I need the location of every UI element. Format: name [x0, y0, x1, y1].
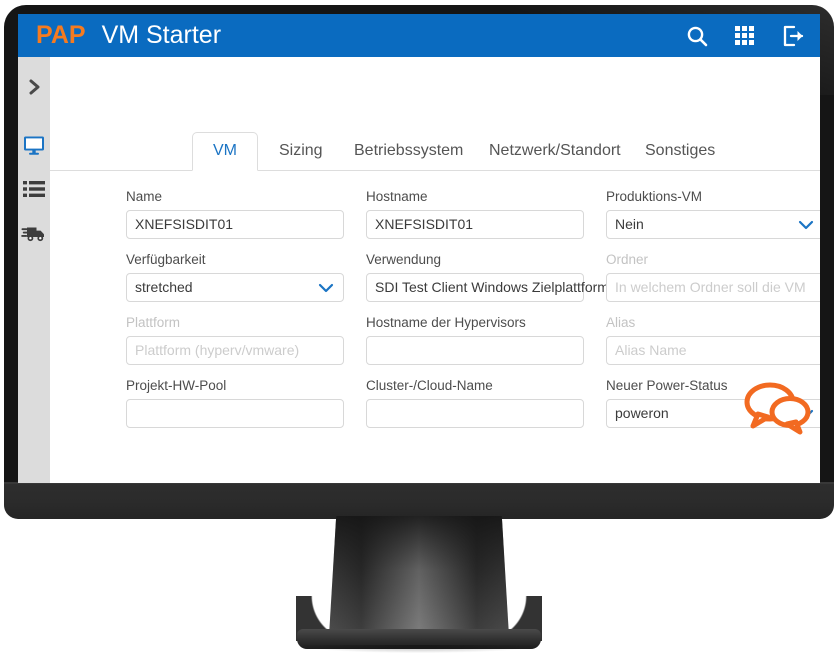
plattform-input[interactable]: Plattform (hyperv/vmware) — [126, 336, 344, 365]
tab-label: Netzwerk/Standort — [489, 142, 621, 159]
sidebar — [18, 57, 50, 483]
chevron-right-icon — [24, 77, 44, 102]
monitor-icon — [22, 133, 46, 162]
tab-label: Sonstiges — [645, 142, 716, 159]
page-title: VM Starter — [101, 21, 222, 49]
field-name: Name XNEFSISDIT01 — [126, 189, 344, 239]
header-actions — [684, 23, 806, 49]
alias-input[interactable]: Alias Name — [606, 336, 820, 365]
field-label: Ordner — [606, 252, 649, 267]
form-row: Verfügbarkeit stretched Verwendung SDI T… — [50, 252, 820, 315]
field-label: Produktions-VM — [606, 189, 703, 204]
verwendung-input[interactable]: SDI Test Client Windows Zielplattform — [366, 273, 609, 302]
field-label: Projekt-HW-Pool — [126, 378, 227, 393]
truck-icon — [21, 222, 47, 249]
field-label: Cluster-/Cloud-Name — [366, 378, 493, 393]
produktions-vm-select[interactable]: Nein — [606, 210, 820, 239]
sidebar-item-expand[interactable] — [18, 67, 50, 111]
logout-icon[interactable] — [780, 23, 806, 49]
field-plattform: Plattform Plattform (hyperv/vmware) — [126, 315, 344, 365]
cluster-cloud-name-input[interactable] — [366, 399, 584, 428]
field-hostname: Hostname XNEFSISDIT01 — [366, 189, 584, 239]
verfuegbarkeit-select[interactable]: stretched — [126, 273, 344, 302]
field-label: Verwendung — [366, 252, 442, 267]
field-label: Hostname der Hypervisors — [366, 315, 526, 330]
form-row: Plattform Plattform (hyperv/vmware) Host… — [50, 315, 820, 378]
search-icon[interactable] — [684, 23, 710, 49]
hypervisor-hostname-input[interactable] — [366, 336, 584, 365]
tab-sonstiges[interactable]: Sonstiges — [624, 132, 736, 171]
field-label: Verfügbarkeit — [126, 252, 206, 267]
monitor-chin — [4, 482, 834, 519]
app-header: PAP VM Starter — [18, 14, 820, 57]
tab-label: Sizing — [279, 142, 323, 159]
sidebar-item-monitor[interactable] — [18, 125, 50, 169]
monitor-stand-neck — [329, 516, 509, 636]
form-row: Projekt-HW-Pool Cluster-/Cloud-Name Neue… — [50, 378, 820, 441]
tab-label: VM — [213, 142, 237, 159]
form-row: Name XNEFSISDIT01 Hostname XNEFSISDIT01 … — [50, 189, 820, 252]
list-icon — [22, 178, 46, 205]
vm-form: Name XNEFSISDIT01 Hostname XNEFSISDIT01 … — [50, 189, 820, 441]
tab-sizing[interactable]: Sizing — [258, 132, 344, 171]
field-label: Name — [126, 189, 163, 204]
ordner-input[interactable]: In welchem Ordner soll die VM — [606, 273, 820, 302]
chat-bubbles-icon[interactable] — [740, 380, 812, 436]
screen-content: PAP VM Starter VM Sizing Betriebssystem … — [18, 14, 820, 483]
monitor-mockup: PAP VM Starter VM Sizing Betriebssystem … — [0, 0, 838, 665]
hostname-input[interactable]: XNEFSISDIT01 — [366, 210, 584, 239]
main-content: VM Sizing Betriebssystem Netzwerk/Stando… — [50, 57, 820, 483]
tab-vm[interactable]: VM — [192, 132, 258, 171]
tab-betriebssystem[interactable]: Betriebssystem — [333, 132, 484, 171]
monitor-stand-shadow — [300, 645, 538, 653]
field-produktions-vm: Produktions-VM Nein — [606, 189, 820, 239]
field-hostname-hypervisors: Hostname der Hypervisors — [366, 315, 584, 365]
tab-bar: VM Sizing Betriebssystem Netzwerk/Stando… — [50, 132, 820, 171]
tab-label: Betriebssystem — [354, 142, 464, 159]
field-projekt-hw-pool: Projekt-HW-Pool — [126, 378, 344, 428]
field-verfuegbarkeit: Verfügbarkeit stretched — [126, 252, 344, 302]
field-ordner: Ordner In welchem Ordner soll die VM — [606, 252, 820, 302]
sidebar-item-delivery[interactable] — [18, 213, 50, 257]
field-alias: Alias Alias Name — [606, 315, 820, 365]
projekt-hw-pool-input[interactable] — [126, 399, 344, 428]
field-cluster-cloud-name: Cluster-/Cloud-Name — [366, 378, 584, 428]
tab-netzwerk-standort[interactable]: Netzwerk/Standort — [468, 132, 642, 171]
field-label: Plattform — [126, 315, 181, 330]
field-label: Alias — [606, 315, 636, 330]
name-input[interactable]: XNEFSISDIT01 — [126, 210, 344, 239]
sidebar-item-list[interactable] — [18, 169, 50, 213]
app-logo: PAP — [36, 21, 86, 49]
field-label: Hostname — [366, 189, 428, 204]
apps-grid-icon[interactable] — [732, 23, 758, 49]
field-verwendung: Verwendung SDI Test Client Windows Zielp… — [366, 252, 609, 302]
